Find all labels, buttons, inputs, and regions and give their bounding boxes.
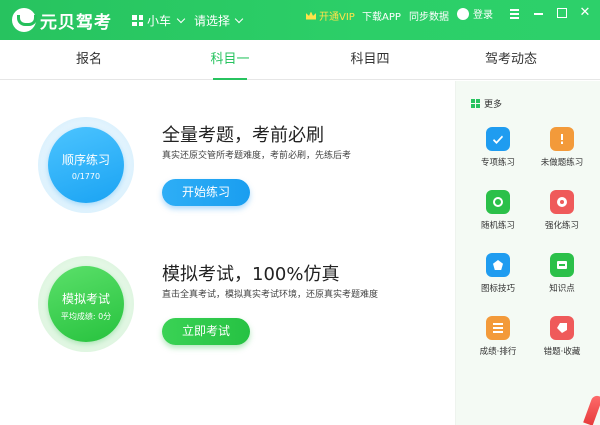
avatar-icon	[457, 7, 469, 20]
shuffle-icon	[486, 190, 510, 214]
feature-label: 成绩·排行	[479, 347, 517, 357]
circle-core: 顺序练习 0/1770	[48, 127, 124, 203]
minimize-icon[interactable]	[530, 4, 548, 22]
circle-average-score: 平均成绩: 0分	[60, 312, 112, 321]
sync-data-link[interactable]: 同步数据	[409, 8, 449, 23]
circle-title: 顺序练习	[61, 153, 110, 167]
login-label: 登录	[473, 10, 493, 21]
exam-subline: 直击全真考试，模拟真实考试环境，还原真实考题难度	[162, 290, 379, 300]
car-type-selector[interactable]: 小车	[132, 12, 186, 29]
close-icon[interactable]: ✕	[576, 4, 594, 22]
grid-icon	[132, 15, 143, 26]
practice-headline: 全量考题，考前必刷	[162, 125, 324, 146]
card-icon	[550, 253, 574, 277]
exclamation-icon	[550, 127, 574, 151]
tab-subject-four[interactable]: 科目四	[310, 40, 430, 80]
chevron-down-icon	[234, 14, 244, 23]
mock-exam-circle[interactable]: 模拟考试 平均成绩: 0分	[38, 256, 134, 352]
login-button[interactable]: 登录	[457, 6, 493, 21]
tab-registration[interactable]: 报名	[29, 40, 149, 80]
feature-random-practice[interactable]: 随机练习	[466, 190, 530, 231]
tag-icon	[550, 316, 574, 340]
menu-icon[interactable]	[506, 4, 524, 22]
feature-undone-practice[interactable]: 未做题练习	[530, 127, 594, 168]
start-exam-button[interactable]: 立即考试	[162, 318, 250, 345]
feature-label: 专项练习	[480, 158, 515, 168]
feature-intensive-practice[interactable]: 强化练习	[530, 190, 594, 231]
feature-special-practice[interactable]: 专项练习	[466, 127, 530, 168]
tab-subject-one[interactable]: 科目一	[170, 40, 290, 80]
feature-label: 随机练习	[480, 221, 515, 231]
start-practice-button[interactable]: 开始练习	[162, 179, 250, 206]
download-app-link[interactable]: 下载APP	[362, 8, 401, 23]
main-content: 顺序练习 0/1770 全量考题，考前必刷 真实还原交管所考题难度，考前必刷，先…	[0, 81, 455, 425]
city-label: 请选择	[194, 14, 231, 28]
app-logo-icon	[12, 8, 37, 32]
circle-core: 模拟考试 平均成绩: 0分	[48, 266, 124, 342]
chevron-down-icon	[176, 14, 186, 23]
car-type-label: 小车	[147, 14, 172, 28]
feature-mistakes-favorites[interactable]: 错题·收藏	[530, 316, 594, 357]
feature-scores-ranking[interactable]: 成绩·排行	[466, 316, 530, 357]
maximize-icon[interactable]	[553, 4, 571, 22]
tab-bar: 报名 科目一 科目四 驾考动态	[0, 40, 600, 80]
vip-label: 开通VIP	[319, 12, 355, 23]
more-features-panel: 更多 专项练习 未做题练习 随机练习 强化练习 图标技巧 知识点 成绩·排行 错…	[455, 81, 600, 425]
feature-label: 错题·收藏	[543, 347, 581, 357]
circle-title: 模拟考试	[61, 292, 110, 306]
list-icon	[486, 316, 510, 340]
grid-icon	[471, 99, 480, 108]
feature-label: 强化练习	[544, 221, 579, 231]
feature-label: 未做题练习	[540, 158, 584, 168]
more-header: 更多	[471, 97, 502, 110]
practice-subline: 真实还原交管所考题难度，考前必刷，先练后考	[162, 151, 352, 161]
vip-button[interactable]: 开通VIP	[306, 8, 355, 23]
exam-headline: 模拟考试，100%仿真	[162, 264, 340, 285]
target-icon	[550, 190, 574, 214]
tab-news[interactable]: 驾考动态	[451, 40, 571, 80]
sequential-practice-circle[interactable]: 顺序练习 0/1770	[38, 117, 134, 213]
title-bar: 元贝驾考 小车 请选择 开通VIP 下载APP 同步数据 登录 ✕	[0, 0, 600, 40]
feature-label: 知识点	[549, 284, 575, 294]
feature-label: 图标技巧	[480, 284, 515, 294]
more-label: 更多	[484, 100, 503, 110]
check-icon	[486, 127, 510, 151]
city-selector[interactable]: 请选择	[194, 12, 244, 29]
app-brand: 元贝驾考	[40, 13, 112, 33]
feature-knowledge-points[interactable]: 知识点	[530, 253, 594, 294]
circle-progress: 0/1770	[71, 172, 101, 181]
pentagon-icon	[486, 253, 510, 277]
feature-icon-tips[interactable]: 图标技巧	[466, 253, 530, 294]
crown-icon	[306, 11, 316, 20]
